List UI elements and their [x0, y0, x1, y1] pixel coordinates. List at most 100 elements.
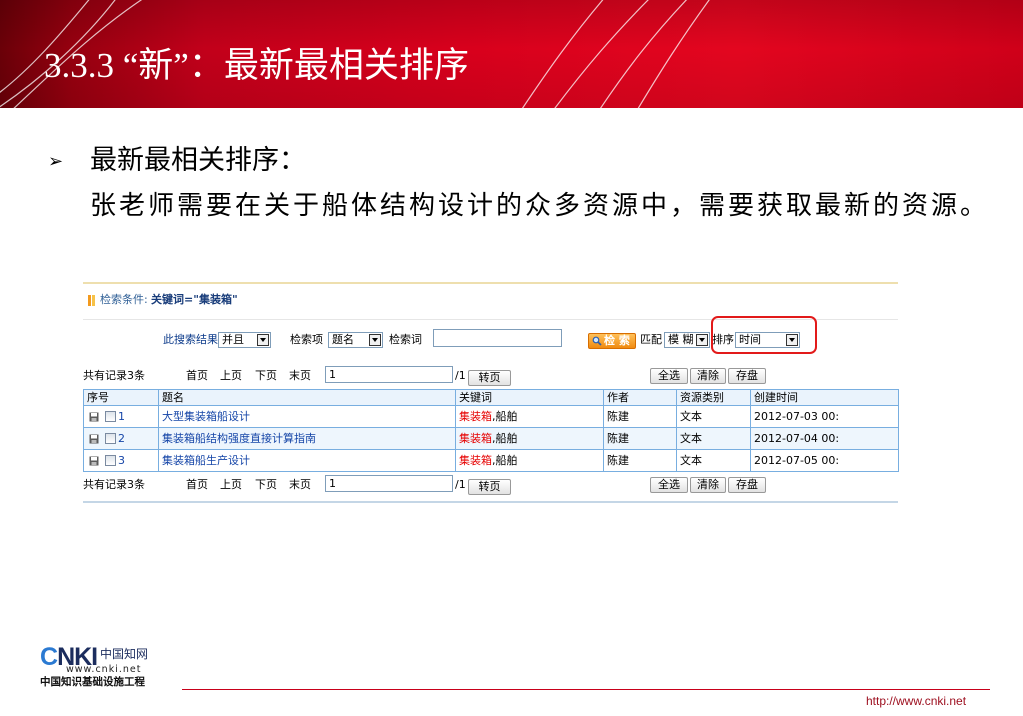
type-cell: 文本 — [676, 405, 751, 428]
condition-label: 检索条件: — [100, 293, 148, 306]
first-page-link[interactable]: 首页 — [186, 369, 208, 383]
type-cell: 文本 — [676, 449, 751, 472]
type-cell: 文本 — [676, 427, 751, 450]
record-count: 共有记录3条 — [83, 478, 145, 491]
title-link[interactable]: 集装箱船生产设计 — [158, 449, 456, 472]
column-header: 创建时间 — [750, 389, 899, 406]
prev-page-link[interactable]: 上页 — [220, 478, 242, 492]
select-all-button[interactable]: 全选 — [650, 477, 688, 493]
first-page-link[interactable]: 首页 — [186, 478, 208, 492]
row-checkbox[interactable] — [105, 433, 116, 444]
table-row: 3 集装箱船生产设计 集装箱,船舶 陈建 文本 2012-07-05 00: — [83, 449, 899, 472]
created-cell: 2012-07-03 00: — [750, 405, 899, 428]
match-label: 匹配 — [640, 333, 662, 346]
bars-icon — [88, 295, 96, 306]
bullet-text: 张老师需要在关于船体结构设计的众多资源中，需要获取最新的资源。 — [90, 191, 990, 221]
bullet-arrow-icon: ➢ — [48, 151, 64, 172]
author-cell: 陈建 — [603, 449, 677, 472]
page-total: /1 — [455, 478, 466, 491]
column-header: 题名 — [158, 389, 456, 406]
search-term-input[interactable] — [433, 329, 562, 347]
column-header: 序号 — [83, 389, 159, 406]
prev-page-link[interactable]: 上页 — [220, 369, 242, 383]
select-all-button[interactable]: 全选 — [650, 368, 688, 384]
save-button[interactable]: 存盘 — [728, 477, 766, 493]
column-header: 资源类别 — [676, 389, 751, 406]
title-link[interactable]: 集装箱船结构强度直接计算指南 — [158, 427, 456, 450]
row-checkbox[interactable] — [105, 455, 116, 466]
keyword-cell: 集装箱,船舶 — [455, 427, 604, 450]
page-number-input[interactable] — [325, 475, 453, 492]
slide-title: 3.3.3 “新”：最新最相关排序 — [44, 46, 469, 85]
clear-button[interactable]: 清除 — [690, 477, 726, 493]
field-select[interactable]: 题名 — [328, 332, 383, 348]
keyword-cell: 集装箱,船舶 — [455, 449, 604, 472]
last-page-link[interactable]: 末页 — [289, 369, 311, 383]
panel-bottom-border — [83, 501, 898, 503]
match-select[interactable]: 模 糊 — [664, 332, 710, 348]
page-number-input[interactable] — [325, 366, 453, 383]
author-cell: 陈建 — [603, 427, 677, 450]
next-page-link[interactable]: 下页 — [255, 369, 277, 383]
keyword-cell: 集装箱,船舶 — [455, 405, 604, 428]
last-page-link[interactable]: 末页 — [289, 478, 311, 492]
chevron-down-icon[interactable] — [696, 334, 708, 346]
clear-button[interactable]: 清除 — [690, 368, 726, 384]
field-select-value: 题名 — [332, 333, 354, 346]
disk-icon[interactable] — [89, 434, 99, 444]
results-table: 序号 题名 关键词 作者 资源类别 创建时间 1 大型集装箱船设计 集装箱,船舶… — [83, 389, 899, 472]
disk-icon[interactable] — [89, 412, 99, 422]
bullet-heading: 最新最相关排序： — [90, 145, 306, 176]
created-cell: 2012-07-04 00: — [750, 427, 899, 450]
keyword-match: 集装箱 — [459, 409, 492, 423]
condition-value: 关键词="集装箱" — [151, 293, 238, 306]
pager-top: 共有记录3条 首页 上页 下页 末页 /1 转页 全选 清除 存盘 — [83, 366, 898, 386]
row-index-cell: 2 — [83, 427, 159, 450]
pager-bottom: 共有记录3条 首页 上页 下页 末页 /1 转页 全选 清除 存盘 — [83, 475, 898, 495]
save-button[interactable]: 存盘 — [728, 368, 766, 384]
sort-highlight-box — [711, 316, 817, 354]
row-index-cell: 1 — [83, 405, 159, 428]
magnifier-icon — [592, 336, 602, 346]
term-label: 检索词 — [389, 333, 422, 346]
title-link[interactable]: 大型集装箱船设计 — [158, 405, 456, 428]
panel-top-border — [83, 282, 898, 284]
title-banner: 3.3.3 “新”：最新最相关排序 — [0, 0, 1023, 108]
logo-url: www.cnki.net — [66, 664, 142, 675]
row-checkbox[interactable] — [105, 411, 116, 422]
keyword-rest: ,船舶 — [492, 453, 518, 467]
scope-select[interactable]: 并且 — [218, 332, 271, 348]
search-button-label: 检 索 — [604, 334, 630, 347]
table-row: 2 集装箱船结构强度直接计算指南 集装箱,船舶 陈建 文本 2012-07-04… — [83, 427, 899, 450]
footer-divider — [182, 689, 990, 690]
cnki-logo: CNKI 中国知网 www.cnki.net 中国知识基础设施工程 — [40, 643, 158, 689]
search-result-panel: 检索条件: 关键词="集装箱" 此搜索结果 并且 检索项 题名 检索词 检 索 … — [83, 282, 899, 506]
logo-cn-name: 中国知网 — [100, 647, 149, 661]
row-index-cell: 3 — [83, 449, 159, 472]
chevron-down-icon[interactable] — [257, 334, 269, 346]
column-header: 作者 — [603, 389, 677, 406]
record-count: 共有记录3条 — [83, 369, 145, 382]
field-label: 检索项 — [290, 333, 323, 346]
logo-tagline: 中国知识基础设施工程 — [40, 676, 145, 688]
table-header-row: 序号 题名 关键词 作者 资源类别 创建时间 — [83, 389, 899, 406]
goto-page-button[interactable]: 转页 — [468, 479, 511, 495]
keyword-match: 集装箱 — [459, 431, 492, 445]
keyword-rest: ,船舶 — [492, 431, 518, 445]
chevron-down-icon[interactable] — [369, 334, 381, 346]
created-cell: 2012-07-05 00: — [750, 449, 899, 472]
row-number: 2 — [118, 431, 125, 445]
keyword-rest: ,船舶 — [492, 409, 518, 423]
footer-url: http://www.cnki.net — [866, 694, 967, 708]
table-row: 1 大型集装箱船设计 集装箱,船舶 陈建 文本 2012-07-03 00: — [83, 405, 899, 428]
column-header: 关键词 — [455, 389, 604, 406]
goto-page-button[interactable]: 转页 — [468, 370, 511, 386]
row-number: 3 — [118, 453, 125, 467]
scope-label: 此搜索结果 — [163, 333, 218, 346]
scope-select-value: 并且 — [222, 333, 244, 346]
next-page-link[interactable]: 下页 — [255, 478, 277, 492]
search-button[interactable]: 检 索 — [588, 333, 636, 349]
disk-icon[interactable] — [89, 456, 99, 466]
keyword-match: 集装箱 — [459, 453, 492, 467]
match-select-value: 模 糊 — [668, 333, 694, 346]
